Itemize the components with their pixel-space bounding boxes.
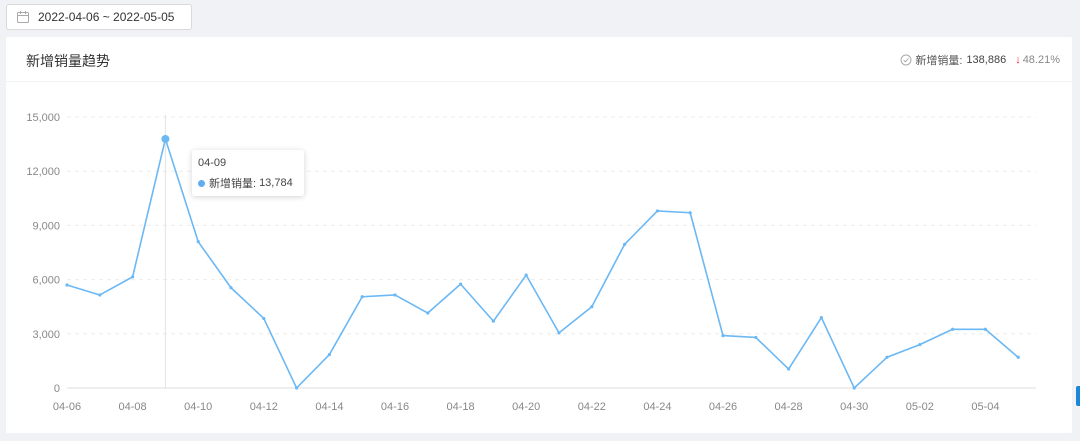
data-point xyxy=(655,209,660,213)
data-point xyxy=(721,334,725,338)
data-point xyxy=(426,311,430,315)
data-point xyxy=(196,240,200,244)
date-range-picker[interactable]: 2022-04-06 ~ 2022-05-05 xyxy=(6,4,192,30)
date-range-value: 2022-04-06 ~ 2022-05-05 xyxy=(38,10,175,24)
y-tick-label: 0 xyxy=(54,383,60,395)
data-point xyxy=(590,305,594,309)
data-point xyxy=(491,319,495,323)
tooltip-value: 13,784 xyxy=(259,177,293,189)
calendar-icon xyxy=(17,11,29,23)
data-point xyxy=(131,275,135,279)
data-point xyxy=(393,293,397,297)
data-point xyxy=(98,293,102,297)
x-tick-label: 04-14 xyxy=(315,401,343,413)
x-tick-label: 04-12 xyxy=(250,401,278,413)
x-tick-label: 05-04 xyxy=(971,401,999,413)
y-tick-label: 12,000 xyxy=(26,166,60,178)
x-tick-label: 04-22 xyxy=(578,401,606,413)
x-tick-label: 04-24 xyxy=(643,401,671,413)
y-tick-label: 9,000 xyxy=(32,220,60,232)
sales-trend-card: 新增销量趋势 新增销量: 138,886 ↓ 48.21% 0 3,000 6,00… xyxy=(6,37,1072,433)
y-tick-label: 6,000 xyxy=(32,275,60,287)
chart-tooltip: 04-09 新增销量: 13,784 xyxy=(192,150,304,196)
data-point xyxy=(1016,355,1020,359)
x-tick-label: 04-16 xyxy=(381,401,409,413)
x-tick-label: 04-10 xyxy=(184,401,212,413)
data-point xyxy=(688,211,692,215)
data-point xyxy=(885,355,889,359)
data-point xyxy=(852,386,856,390)
tooltip-row: 新增销量: 13,784 xyxy=(198,175,298,191)
data-point xyxy=(524,273,528,277)
data-point xyxy=(459,282,463,286)
x-tick-label: 04-08 xyxy=(119,401,147,413)
highlight-point xyxy=(161,134,170,143)
data-point xyxy=(360,295,364,299)
tooltip-date: 04-09 xyxy=(198,157,227,169)
data-point xyxy=(983,327,988,331)
series-dot-icon xyxy=(198,179,205,187)
x-tick-label: 04-18 xyxy=(447,401,475,413)
data-point xyxy=(918,343,922,347)
x-tick-label: 04-30 xyxy=(840,401,868,413)
data-point xyxy=(754,335,758,340)
x-tick-label: 04-06 xyxy=(53,401,81,413)
data-point xyxy=(951,327,955,331)
data-point xyxy=(819,315,824,320)
data-point xyxy=(787,367,791,371)
data-point xyxy=(623,242,627,246)
y-tick-label: 15,000 xyxy=(26,112,60,124)
data-point xyxy=(295,386,299,390)
data-point xyxy=(557,331,561,335)
side-tab[interactable] xyxy=(1076,386,1080,406)
data-point xyxy=(65,283,69,287)
data-point xyxy=(229,286,233,290)
data-point xyxy=(327,352,331,357)
x-tick-label: 05-02 xyxy=(906,401,934,413)
y-tick-label: 3,000 xyxy=(32,329,60,341)
line-chart[interactable]: 0 3,000 6,000 9,000 12,000 15,000 04-06 04-08 04… xyxy=(6,37,1072,433)
x-tick-label: 04-20 xyxy=(512,401,540,413)
x-tick-label: 04-28 xyxy=(775,401,803,413)
tooltip-label: 新增销量: xyxy=(209,178,257,190)
data-point xyxy=(262,316,266,321)
x-tick-label: 04-26 xyxy=(709,401,737,413)
